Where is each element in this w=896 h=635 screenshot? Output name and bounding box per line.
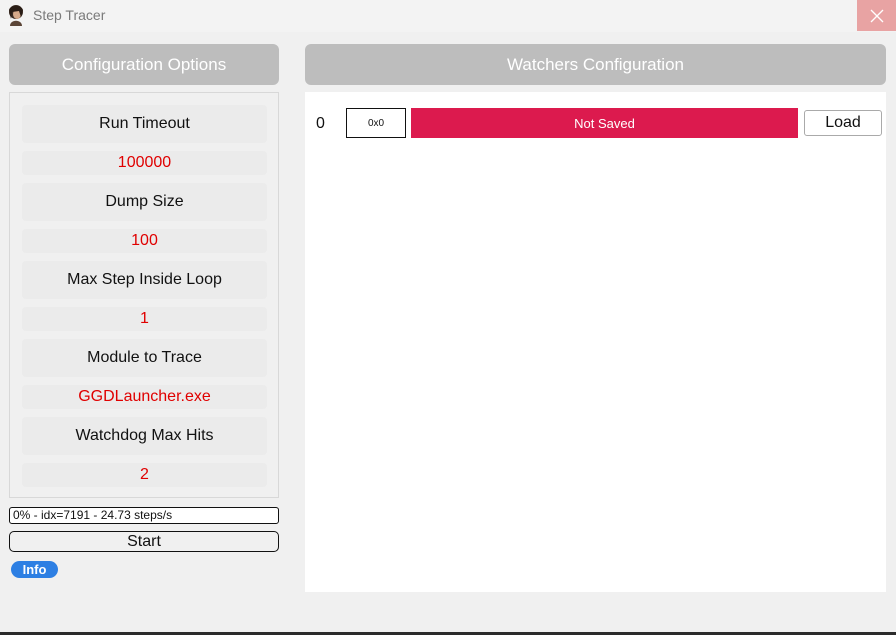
close-icon [870,9,883,22]
module-to-trace-value[interactable]: GGDLauncher.exe [22,385,267,409]
max-step-inside-loop-label: Max Step Inside Loop [22,261,267,299]
watcher-status-badge: Not Saved [411,108,798,138]
watchdog-max-hits-label: Watchdog Max Hits [22,417,267,455]
app-avatar-icon [6,4,26,26]
watchers-panel: 0 0x0 Not Saved Load [305,92,886,592]
start-button[interactable]: Start [9,531,279,552]
run-timeout-value[interactable]: 100000 [22,151,267,175]
dump-size-label: Dump Size [22,183,267,221]
run-timeout-label: Run Timeout [22,105,267,143]
max-step-inside-loop-value[interactable]: 1 [22,307,267,331]
close-button[interactable] [857,0,896,31]
watchers-configuration-header: Watchers Configuration [305,44,886,85]
window-title: Step Tracer [33,7,106,23]
load-button[interactable]: Load [804,110,882,136]
progress-status-bar: 0% - idx=7191 - 24.73 steps/s [9,507,279,524]
info-button[interactable]: Info [11,561,58,578]
watcher-index: 0 [316,115,325,132]
configuration-options-header: Configuration Options [9,44,279,85]
title-bar: Step Tracer [0,0,896,32]
dump-size-value[interactable]: 100 [22,229,267,253]
module-to-trace-label: Module to Trace [22,339,267,377]
watcher-address-field[interactable]: 0x0 [346,108,406,138]
configuration-panel: Run Timeout 100000 Dump Size 100 Max Ste… [9,92,279,498]
watchdog-max-hits-value[interactable]: 2 [22,463,267,487]
